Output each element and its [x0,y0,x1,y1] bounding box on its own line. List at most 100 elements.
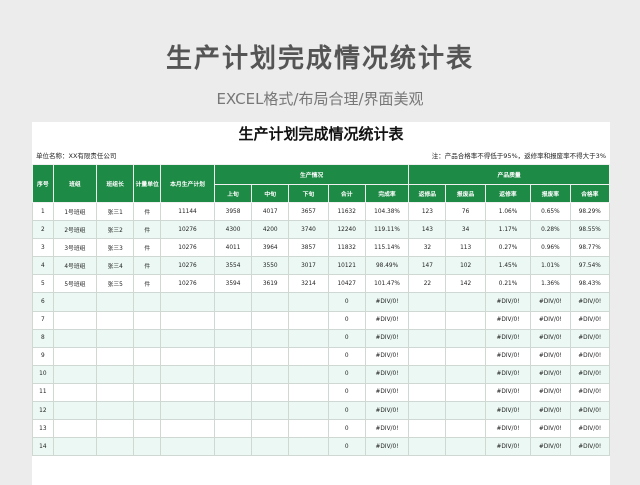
table-cell[interactable]: 张三3 [96,238,135,258]
table-cell[interactable]: 3 [32,238,54,258]
table-cell[interactable] [213,364,253,384]
table-cell[interactable]: 1号班组 [52,201,98,222]
table-cell[interactable]: 0.28% [530,220,571,240]
table-cell[interactable]: 3964 [251,238,290,258]
table-cell[interactable]: 0.96% [530,238,571,258]
table-cell[interactable] [213,437,253,457]
table-cell[interactable]: #DIV/0! [484,437,532,457]
table-cell[interactable]: #DIV/0! [364,364,410,384]
table-cell[interactable]: #DIV/0! [530,364,571,384]
table-cell[interactable] [96,310,135,330]
table-cell[interactable]: #DIV/0! [569,382,610,403]
table-cell[interactable]: 5号班组 [52,274,98,294]
table-cell[interactable] [445,419,486,439]
table-cell[interactable] [52,437,98,457]
table-cell[interactable]: #DIV/0! [569,419,610,439]
table-cell[interactable] [213,401,253,421]
table-cell[interactable]: 22 [408,274,447,294]
table-cell[interactable]: 0 [327,382,366,403]
table-cell[interactable] [133,437,162,457]
table-cell[interactable]: 2号班组 [52,220,98,240]
table-cell[interactable]: 12240 [327,220,366,240]
table-cell[interactable] [96,401,135,421]
table-cell[interactable]: 9 [32,346,54,366]
table-cell[interactable]: 张三5 [96,274,135,294]
table-cell[interactable]: #DIV/0! [530,310,571,330]
table-cell[interactable]: 3619 [251,274,290,294]
table-cell[interactable]: 123 [408,201,447,222]
table-cell[interactable] [408,328,447,348]
table-cell[interactable]: 4号班组 [52,256,98,276]
table-cell[interactable]: 件 [133,201,162,222]
table-cell[interactable] [251,346,290,366]
table-cell[interactable] [288,346,329,366]
table-cell[interactable] [445,346,486,366]
table-cell[interactable] [133,292,162,312]
table-cell[interactable] [160,401,215,421]
table-cell[interactable]: 0 [327,292,366,312]
table-cell[interactable]: 8 [32,328,54,348]
table-cell[interactable] [133,364,162,384]
table-cell[interactable]: 3594 [213,274,253,294]
table-cell[interactable]: #DIV/0! [364,419,410,439]
table-cell[interactable]: #DIV/0! [569,437,610,457]
table-cell[interactable] [96,437,135,457]
table-cell[interactable]: #DIV/0! [530,382,571,403]
table-cell[interactable] [213,310,253,330]
table-cell[interactable] [213,346,253,366]
table-cell[interactable] [251,292,290,312]
table-cell[interactable]: 3958 [213,201,253,222]
table-cell[interactable] [52,364,98,384]
table-cell[interactable]: #DIV/0! [364,292,410,312]
table-cell[interactable]: 4300 [213,220,253,240]
table-cell[interactable]: 1.06% [484,201,532,222]
table-cell[interactable]: 11832 [327,238,366,258]
table-cell[interactable]: #DIV/0! [530,419,571,439]
table-cell[interactable] [445,310,486,330]
table-cell[interactable] [408,364,447,384]
table-cell[interactable] [213,328,253,348]
table-cell[interactable]: #DIV/0! [484,401,532,421]
table-cell[interactable]: 76 [445,201,486,222]
table-cell[interactable]: 10 [32,364,54,384]
table-cell[interactable] [133,310,162,330]
table-cell[interactable]: 3554 [213,256,253,276]
table-cell[interactable]: 13 [32,419,54,439]
table-cell[interactable]: 11632 [327,201,366,222]
table-cell[interactable]: 件 [133,256,162,276]
table-cell[interactable]: 3657 [288,201,329,222]
table-cell[interactable] [52,346,98,366]
table-cell[interactable] [445,401,486,421]
table-cell[interactable] [52,401,98,421]
table-cell[interactable] [445,292,486,312]
table-cell[interactable]: #DIV/0! [569,401,610,421]
table-cell[interactable]: 3740 [288,220,329,240]
table-cell[interactable] [445,437,486,457]
table-cell[interactable] [160,437,215,457]
table-cell[interactable]: 119.11% [364,220,410,240]
table-cell[interactable]: #DIV/0! [530,292,571,312]
table-cell[interactable] [96,328,135,348]
table-cell[interactable] [52,310,98,330]
table-cell[interactable]: 32 [408,238,447,258]
table-cell[interactable] [133,328,162,348]
table-cell[interactable] [160,292,215,312]
table-cell[interactable] [133,346,162,366]
table-cell[interactable]: 0 [327,310,366,330]
table-cell[interactable] [160,382,215,403]
table-cell[interactable]: 113 [445,238,486,258]
table-cell[interactable] [408,401,447,421]
table-cell[interactable]: #DIV/0! [364,437,410,457]
table-cell[interactable]: 34 [445,220,486,240]
table-cell[interactable]: 1 [32,201,54,222]
table-cell[interactable] [288,437,329,457]
table-cell[interactable]: #DIV/0! [569,328,610,348]
table-cell[interactable]: #DIV/0! [530,437,571,457]
table-cell[interactable]: 10276 [160,238,215,258]
table-cell[interactable]: 张三4 [96,256,135,276]
table-cell[interactable] [251,437,290,457]
table-cell[interactable] [251,364,290,384]
table-cell[interactable]: 0 [327,328,366,348]
table-cell[interactable] [96,346,135,366]
table-cell[interactable]: 115.14% [364,238,410,258]
